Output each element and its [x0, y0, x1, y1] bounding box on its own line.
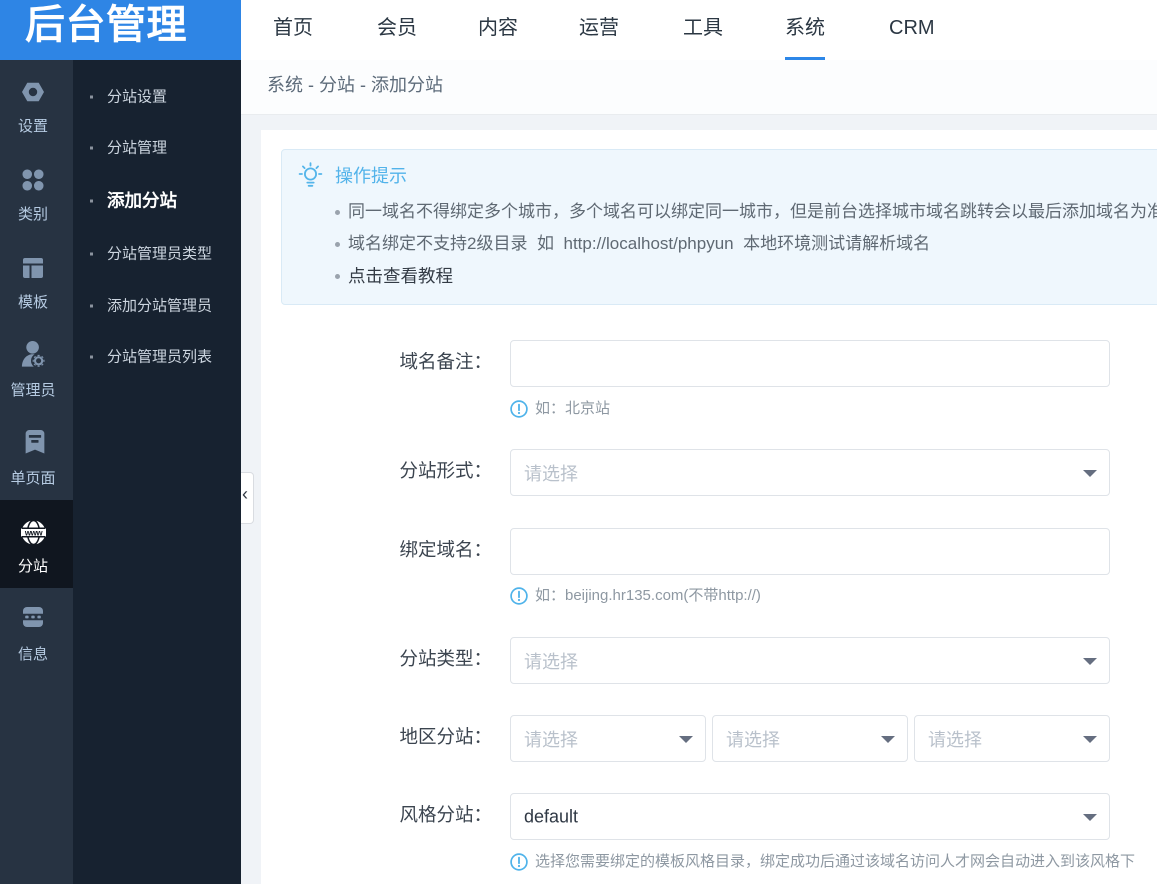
svg-text:www: www [24, 528, 43, 537]
